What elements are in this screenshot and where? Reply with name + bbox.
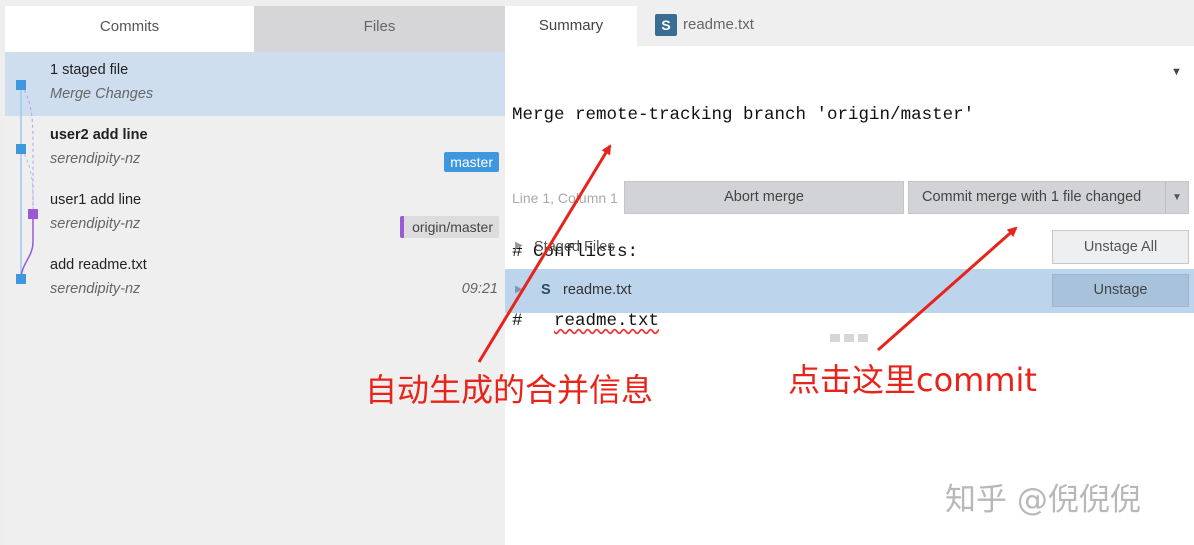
graph-node [16,144,26,154]
message-conflict-file: readme.txt [554,311,660,331]
tab-summary[interactable]: Summary [505,6,637,46]
detail-tabbar: Summary Sreadme.txt [505,0,1194,46]
branch-badge-master[interactable]: master [444,152,499,172]
annotation-auto-message: 自动生成的合并信息 [365,371,654,409]
message-line: Merge remote-tracking branch 'origin/mas… [512,105,975,125]
tab-readme-label: readme.txt [683,16,754,33]
message-line: # readme.txt [512,310,974,333]
chevron-down-icon[interactable]: ▼ [1172,182,1182,213]
commit-author: serendipity-nz [50,151,141,167]
commit-detail-panel: Summary Sreadme.txt Merge remote-trackin… [505,0,1194,545]
commit-merge-label: Commit merge with 1 file changed [922,189,1142,205]
commit-title: user1 add line [50,192,142,208]
tab-files[interactable]: Files [254,6,505,52]
commit-row[interactable]: user2 add line serendipity-nz master [5,117,505,181]
watermark: 知乎 @倪倪倪 [945,482,1141,518]
file-status-icon: S [541,282,551,298]
message-line-prefix: # [512,311,555,331]
commit-merge-button[interactable]: Commit merge with 1 file changed ▼ [908,181,1189,214]
staged-file-row[interactable]: ▶ S readme.txt Unstage [505,269,1194,313]
merge-toolbar: Line 1, Column 1 Abort merge Commit merg… [505,180,1194,216]
loading-dots-icon [830,329,872,347]
unstage-all-button[interactable]: Unstage All [1052,230,1189,264]
commit-list: 1 staged file Merge Changes user2 add li… [5,52,505,545]
commit-author: serendipity-nz [50,281,141,297]
commit-graph [16,80,38,284]
commit-title: add readme.txt [50,257,147,273]
staged-files-header[interactable]: ▶ Staged Files Unstage All [505,230,1194,266]
commit-title: 1 staged file [50,62,129,78]
commit-author: serendipity-nz [50,216,141,232]
staged-file-icon: S [655,14,677,36]
staged-files-label: Staged Files [534,239,615,255]
commit-row[interactable]: add readme.txt serendipity-nz 09:21 [5,247,505,311]
graph-node [16,80,26,90]
tab-commits[interactable]: Commits [5,6,254,52]
commit-message-editor[interactable]: Merge remote-tracking branch 'origin/mas… [512,58,974,379]
staged-file-name: readme.txt [563,282,632,298]
commit-title: user2 add line [50,127,148,143]
expand-triangle-icon[interactable]: ▶ [515,284,523,295]
cursor-position: Line 1, Column 1 [512,190,618,206]
annotation-click-commit: 点击这里commit [788,361,1037,399]
message-expand-icon[interactable]: ▼ [1171,66,1182,78]
commit-row[interactable]: user1 add line serendipity-nz origin/mas… [5,182,505,246]
commit-time: 09:21 [461,281,498,297]
commit-subtitle: Merge Changes [50,86,154,102]
graph-node [16,274,26,284]
expand-triangle-icon[interactable]: ▶ [515,240,523,251]
tab-readme[interactable]: Sreadme.txt [655,14,754,38]
commit-history-panel: Commits Files 1 staged file Merge Change… [0,0,505,545]
commit-row-staged[interactable]: 1 staged file Merge Changes [5,52,505,116]
graph-node-origin [28,209,38,219]
unstage-button[interactable]: Unstage [1052,274,1189,307]
branch-badge-origin-master[interactable]: origin/master [400,216,499,238]
abort-merge-button[interactable]: Abort merge [624,181,904,214]
graph-line-dotted [20,148,34,215]
graph-line-origin [20,214,34,280]
